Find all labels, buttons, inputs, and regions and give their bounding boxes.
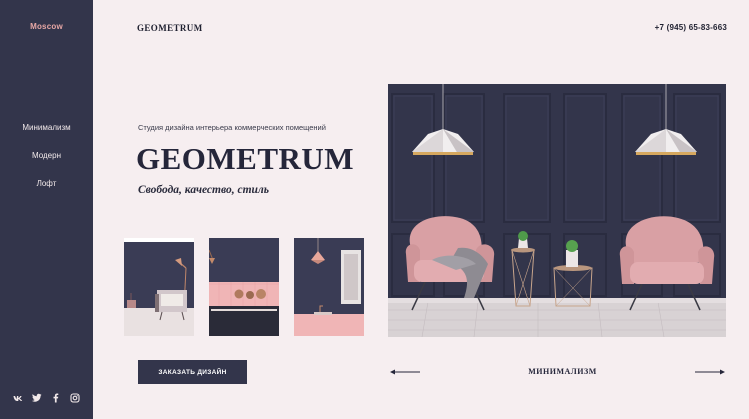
slider-next-button[interactable] xyxy=(694,367,726,377)
phone-number[interactable]: +7 (945) 65-83-663 xyxy=(655,23,727,32)
thumbnail-loft[interactable] xyxy=(294,238,364,336)
sidebar-nav: Минимализм Модерн Лофт xyxy=(0,123,93,207)
main-slide-image xyxy=(388,84,726,337)
thumbnail-image-kitchen xyxy=(209,238,279,336)
interior-photo xyxy=(388,84,726,337)
slide-category-label: МИНИМАЛИЗМ xyxy=(528,367,597,376)
twitter-icon[interactable] xyxy=(32,393,42,403)
arrow-left-icon xyxy=(390,369,420,375)
thumbnail-image-bathroom xyxy=(294,238,364,336)
hero-title: GEOMETRUM xyxy=(136,141,355,176)
city-selector[interactable]: Moscow xyxy=(0,22,93,31)
nav-item-modern[interactable]: Модерн xyxy=(0,151,93,160)
slider-prev-button[interactable] xyxy=(389,367,421,377)
header-logo[interactable]: GEOMETRUM xyxy=(137,23,203,33)
thumbnail-image-living-room xyxy=(124,238,194,336)
thumbnail-modern[interactable] xyxy=(209,238,279,336)
nav-item-loft[interactable]: Лофт xyxy=(0,179,93,188)
arrow-right-icon xyxy=(695,369,725,375)
order-design-button[interactable]: ЗАКАЗАТЬ ДИЗАЙН xyxy=(138,360,247,384)
facebook-icon[interactable] xyxy=(51,393,61,403)
sidebar: Moscow Минимализм Модерн Лофт xyxy=(0,0,93,419)
thumbnail-minimalism[interactable] xyxy=(124,238,194,336)
vk-icon[interactable] xyxy=(13,393,23,403)
instagram-icon[interactable] xyxy=(70,393,80,403)
nav-item-minimalism[interactable]: Минимализм xyxy=(0,123,93,132)
hero-subtitle: Студия дизайна интерьера коммерческих по… xyxy=(138,123,326,132)
social-links xyxy=(0,393,93,403)
hero-tagline: Свобода, качество, стиль xyxy=(138,184,270,196)
